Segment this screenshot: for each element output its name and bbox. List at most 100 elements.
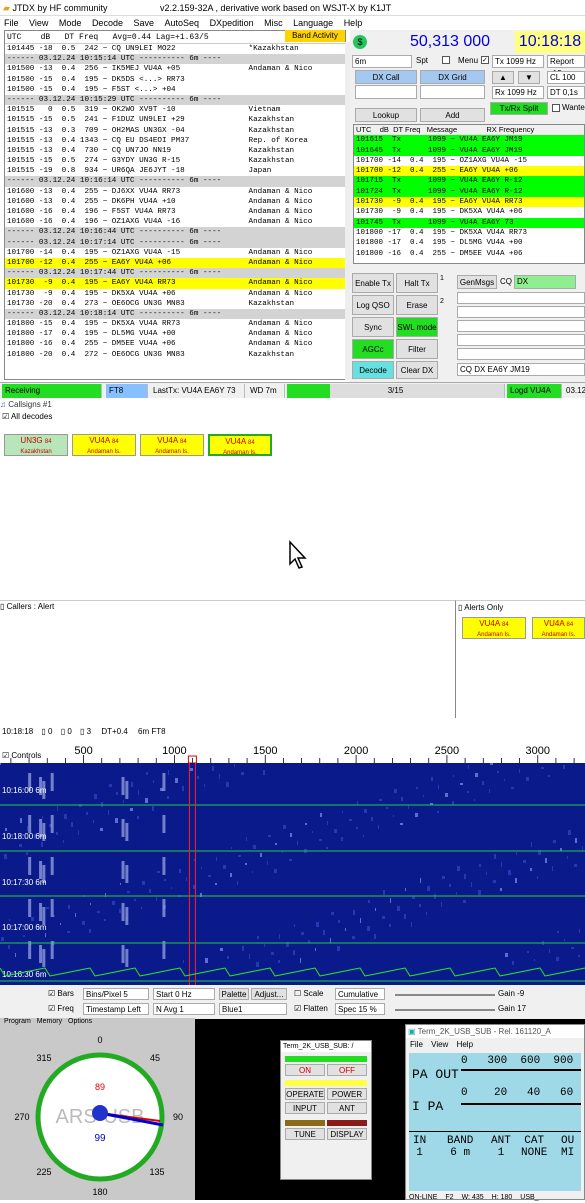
txrx-split-button[interactable]: Tx/Rx Split bbox=[490, 102, 548, 115]
time-separator[interactable]: ------ 03.12.24 10:16:44 UTC ---------- … bbox=[5, 227, 345, 238]
swl-mode-button[interactable]: SWL mode bbox=[396, 317, 438, 337]
term2-menu-view[interactable]: View bbox=[431, 1040, 448, 1049]
palette-button[interactable]: Palette bbox=[219, 988, 249, 1000]
band-select[interactable]: 6m bbox=[352, 55, 412, 68]
menu-decode[interactable]: Decode bbox=[92, 18, 123, 28]
rx-row[interactable]: 101715 Tx 1099 ~ VU4A EA6Y R-12 bbox=[354, 176, 584, 187]
compass-dial[interactable]: 0 45 90 135 180 225 270 315 ARS-USB 89 9… bbox=[0, 1025, 195, 1200]
rx-row[interactable]: 101615 Tx 1099 ~ VU4A EA6Y JM19 bbox=[354, 135, 584, 146]
time-separator[interactable]: ------ 03.12.24 10:15:14 UTC ---------- … bbox=[5, 54, 345, 65]
tab-1[interactable]: 1 bbox=[440, 275, 452, 285]
spot-checkbox[interactable] bbox=[442, 56, 450, 64]
decode-row[interactable]: 101730 -20 0.4 273 ~ OE6OCG UN3G MN83 Ka… bbox=[5, 299, 345, 309]
decode-row[interactable]: 101515 -15 0.5 241 ~ F1DUZ UN9LEI +29 Ka… bbox=[5, 115, 345, 125]
tx-msg-2[interactable] bbox=[457, 306, 585, 318]
power-button[interactable]: POWER bbox=[327, 1088, 367, 1100]
halt-tx-button[interactable]: Halt Tx bbox=[396, 273, 438, 293]
cq-message[interactable]: CQ DX EA6Y JM19 bbox=[457, 363, 585, 376]
palette-select[interactable]: Blue1 bbox=[219, 1003, 287, 1015]
dx-grid-field[interactable] bbox=[420, 85, 485, 99]
decode-row[interactable]: 101515 -15 0.5 274 ~ G3YDY UN3G R-15 Kaz… bbox=[5, 156, 345, 166]
dx-grid-button[interactable]: DX Grid bbox=[420, 70, 485, 84]
menu-file[interactable]: File bbox=[4, 18, 19, 28]
menu-mode[interactable]: Mode bbox=[59, 18, 82, 28]
menu-save[interactable]: Save bbox=[133, 18, 154, 28]
dx-call-button[interactable]: DX Call bbox=[355, 70, 417, 84]
menu-misc[interactable]: Misc bbox=[264, 18, 283, 28]
decode-row[interactable]: 101445 -18 0.5 242 ~ CQ UN9LEI MO22 *Kaz… bbox=[5, 44, 345, 54]
erase-button[interactable]: Erase bbox=[396, 295, 438, 315]
callsign-card[interactable]: VU4A 84 Andaman Is. bbox=[72, 434, 136, 456]
dollar-icon[interactable]: $ bbox=[353, 35, 367, 49]
start-hz[interactable]: Start 0 Hz bbox=[153, 988, 215, 1000]
term2-menu-help[interactable]: Help bbox=[457, 1040, 473, 1049]
rx-row[interactable]: 101700 -12 0.4 255 ~ EA6Y VU4A +06 bbox=[354, 166, 584, 177]
operate-button[interactable]: OPERATE bbox=[285, 1088, 325, 1100]
time-separator[interactable]: ------ 03.12.24 10:18:14 UTC ---------- … bbox=[5, 308, 345, 320]
timestamp-select[interactable]: Timestamp Left bbox=[83, 1003, 149, 1015]
tab-2[interactable]: 2 bbox=[440, 298, 452, 308]
callsign-card[interactable]: VU4A 84 Andaman Is. bbox=[140, 434, 204, 456]
alert-card[interactable]: VU4A 84 Andaman Is. bbox=[532, 617, 585, 639]
menu-autoseq[interactable]: AutoSeq bbox=[165, 18, 200, 28]
bins-per-pixel[interactable]: Bins/Pixel 5 bbox=[83, 988, 149, 1000]
cq-dx-field[interactable]: DX bbox=[514, 275, 576, 289]
decode-row[interactable]: 101800 -16 0.4 255 ~ DM5EE VU4A +06 Anda… bbox=[5, 339, 345, 349]
rx-row[interactable]: 101724 Tx 1099 ~ VU4A EA6Y R-12 bbox=[354, 186, 584, 198]
menu-language[interactable]: Language bbox=[293, 18, 333, 28]
rx-row[interactable]: 101645 Tx 1099 ~ VU4A EA6Y JM19 bbox=[354, 145, 584, 156]
decode-row[interactable]: 101700 -14 0.4 195 ~ OZ1AXG VU4A -15 And… bbox=[5, 248, 345, 258]
decode-row[interactable]: 101600 -13 0.4 255 ~ DK6PH VU4A +10 Anda… bbox=[5, 197, 345, 207]
checkbox-icon[interactable]: ☑ bbox=[2, 412, 9, 421]
decode-row[interactable]: 101515 0 0.5 319 ~ OK2WO XV9T -10 Vietna… bbox=[5, 105, 345, 115]
flatten-checkbox[interactable]: ☑ Flatten bbox=[294, 1004, 328, 1013]
decode-row[interactable]: 101600 -13 0.4 255 ~ DJ6XX VU4A RR73 And… bbox=[5, 187, 345, 197]
decode-row[interactable]: 101800 -15 0.4 195 ~ DK5XA VU4A RR73 And… bbox=[5, 319, 345, 329]
rx-row[interactable]: 101730 -9 0.4 195 ~ EA6Y VU4A RR73 bbox=[354, 197, 584, 208]
decode-row[interactable]: 101700 -12 0.4 255 ~ EA6Y VU4A +06 Andam… bbox=[5, 257, 345, 269]
tx-msg-4[interactable] bbox=[457, 334, 585, 346]
rx-row[interactable]: 101800 -17 0.4 195 ~ DL5MG VU4A +00 bbox=[354, 238, 584, 248]
decode-row[interactable]: 101730 -9 0.4 195 ~ EA6Y VU4A RR73 Andam… bbox=[5, 278, 345, 289]
menu-memory[interactable]: Memory bbox=[37, 1018, 62, 1025]
decode-row[interactable]: 101515 -13 0.3 709 ~ OH2MAS UN3GX -04 Ka… bbox=[5, 126, 345, 136]
sync-button[interactable]: Sync bbox=[352, 317, 394, 337]
decode-row[interactable]: 101600 -16 0.4 196 ~ OZ1AXG VU4A -16 And… bbox=[5, 217, 345, 227]
band-activity-tab[interactable]: Band Activity bbox=[285, 30, 345, 42]
rx-frequency[interactable]: Rx 1099 Hz bbox=[492, 86, 544, 99]
time-separator[interactable]: ------ 03.12.24 10:16:14 UTC ---------- … bbox=[5, 176, 345, 187]
tx-msg-3[interactable] bbox=[457, 320, 585, 332]
log-qso-button[interactable]: Log QSO bbox=[352, 295, 394, 315]
display-button[interactable]: DISPLAY bbox=[327, 1128, 367, 1140]
wanted-checkbox[interactable] bbox=[552, 104, 560, 112]
report-field[interactable]: Report -12 bbox=[547, 55, 585, 78]
band-activity-pane[interactable]: UTC dB DT Freq Avg=0.44 Lag=+1.63/5 1014… bbox=[4, 30, 346, 380]
spec-field[interactable]: Spec 15 % bbox=[335, 1003, 385, 1015]
on-button[interactable]: ON bbox=[285, 1064, 325, 1076]
filter-button[interactable]: Filter bbox=[396, 339, 438, 359]
decode-row[interactable]: 101730 -9 0.4 195 ~ DK5XA VU4A +06 Andam… bbox=[5, 289, 345, 299]
agcc-button[interactable]: AGCc bbox=[352, 339, 394, 359]
rx-row[interactable]: 101800 -17 0.4 195 ~ DK5XA VU4A RR73 bbox=[354, 228, 584, 238]
tx-msg-5[interactable] bbox=[457, 348, 585, 360]
waterfall-display[interactable]: 10:18:00 6m 10:17:30 6m 10:17:00 6m 10:16:3… bbox=[0, 763, 585, 985]
menu-options[interactable]: Options bbox=[68, 1018, 92, 1025]
time-separator[interactable]: ------ 03.12.24 10:17:14 UTC ---------- … bbox=[5, 237, 345, 248]
decode-row[interactable]: 101515 -13 0.4 1343 ~ CQ EU DS4EOI PM37 … bbox=[5, 136, 345, 146]
tx-frequency[interactable]: Tx 1099 Hz bbox=[492, 55, 544, 68]
down-arrow-button[interactable]: ▼ bbox=[518, 71, 540, 84]
freq-checkbox[interactable]: ☑ Freq bbox=[48, 1004, 74, 1013]
cumulative-select[interactable]: Cumulative bbox=[335, 988, 385, 1000]
clear-dx-button[interactable]: Clear DX bbox=[396, 361, 438, 379]
decode-row[interactable]: 101515 -13 0.4 730 ~ CQ UN7JO NN19 Kazak… bbox=[5, 146, 345, 156]
rx-row[interactable]: 101800 -16 0.4 255 ~ DM5EE VU4A +06 bbox=[354, 249, 584, 259]
input-button[interactable]: INPUT bbox=[285, 1102, 325, 1114]
dx-call-field[interactable] bbox=[355, 85, 417, 99]
rx-row[interactable]: 101745 Tx 1099 ~ VU4A EA6Y 73 bbox=[354, 217, 584, 228]
lookup-button[interactable]: Lookup bbox=[355, 108, 417, 122]
decode-row[interactable]: 101800 -17 0.4 195 ~ DL5MG VU4A +00 Anda… bbox=[5, 329, 345, 339]
gain-slider-2[interactable] bbox=[395, 1009, 495, 1011]
scale-checkbox[interactable]: ☐ Scale bbox=[294, 989, 323, 998]
tx-msg-1[interactable] bbox=[457, 292, 585, 304]
alert-card[interactable]: VU4A 84 Andaman Is. bbox=[462, 617, 526, 639]
